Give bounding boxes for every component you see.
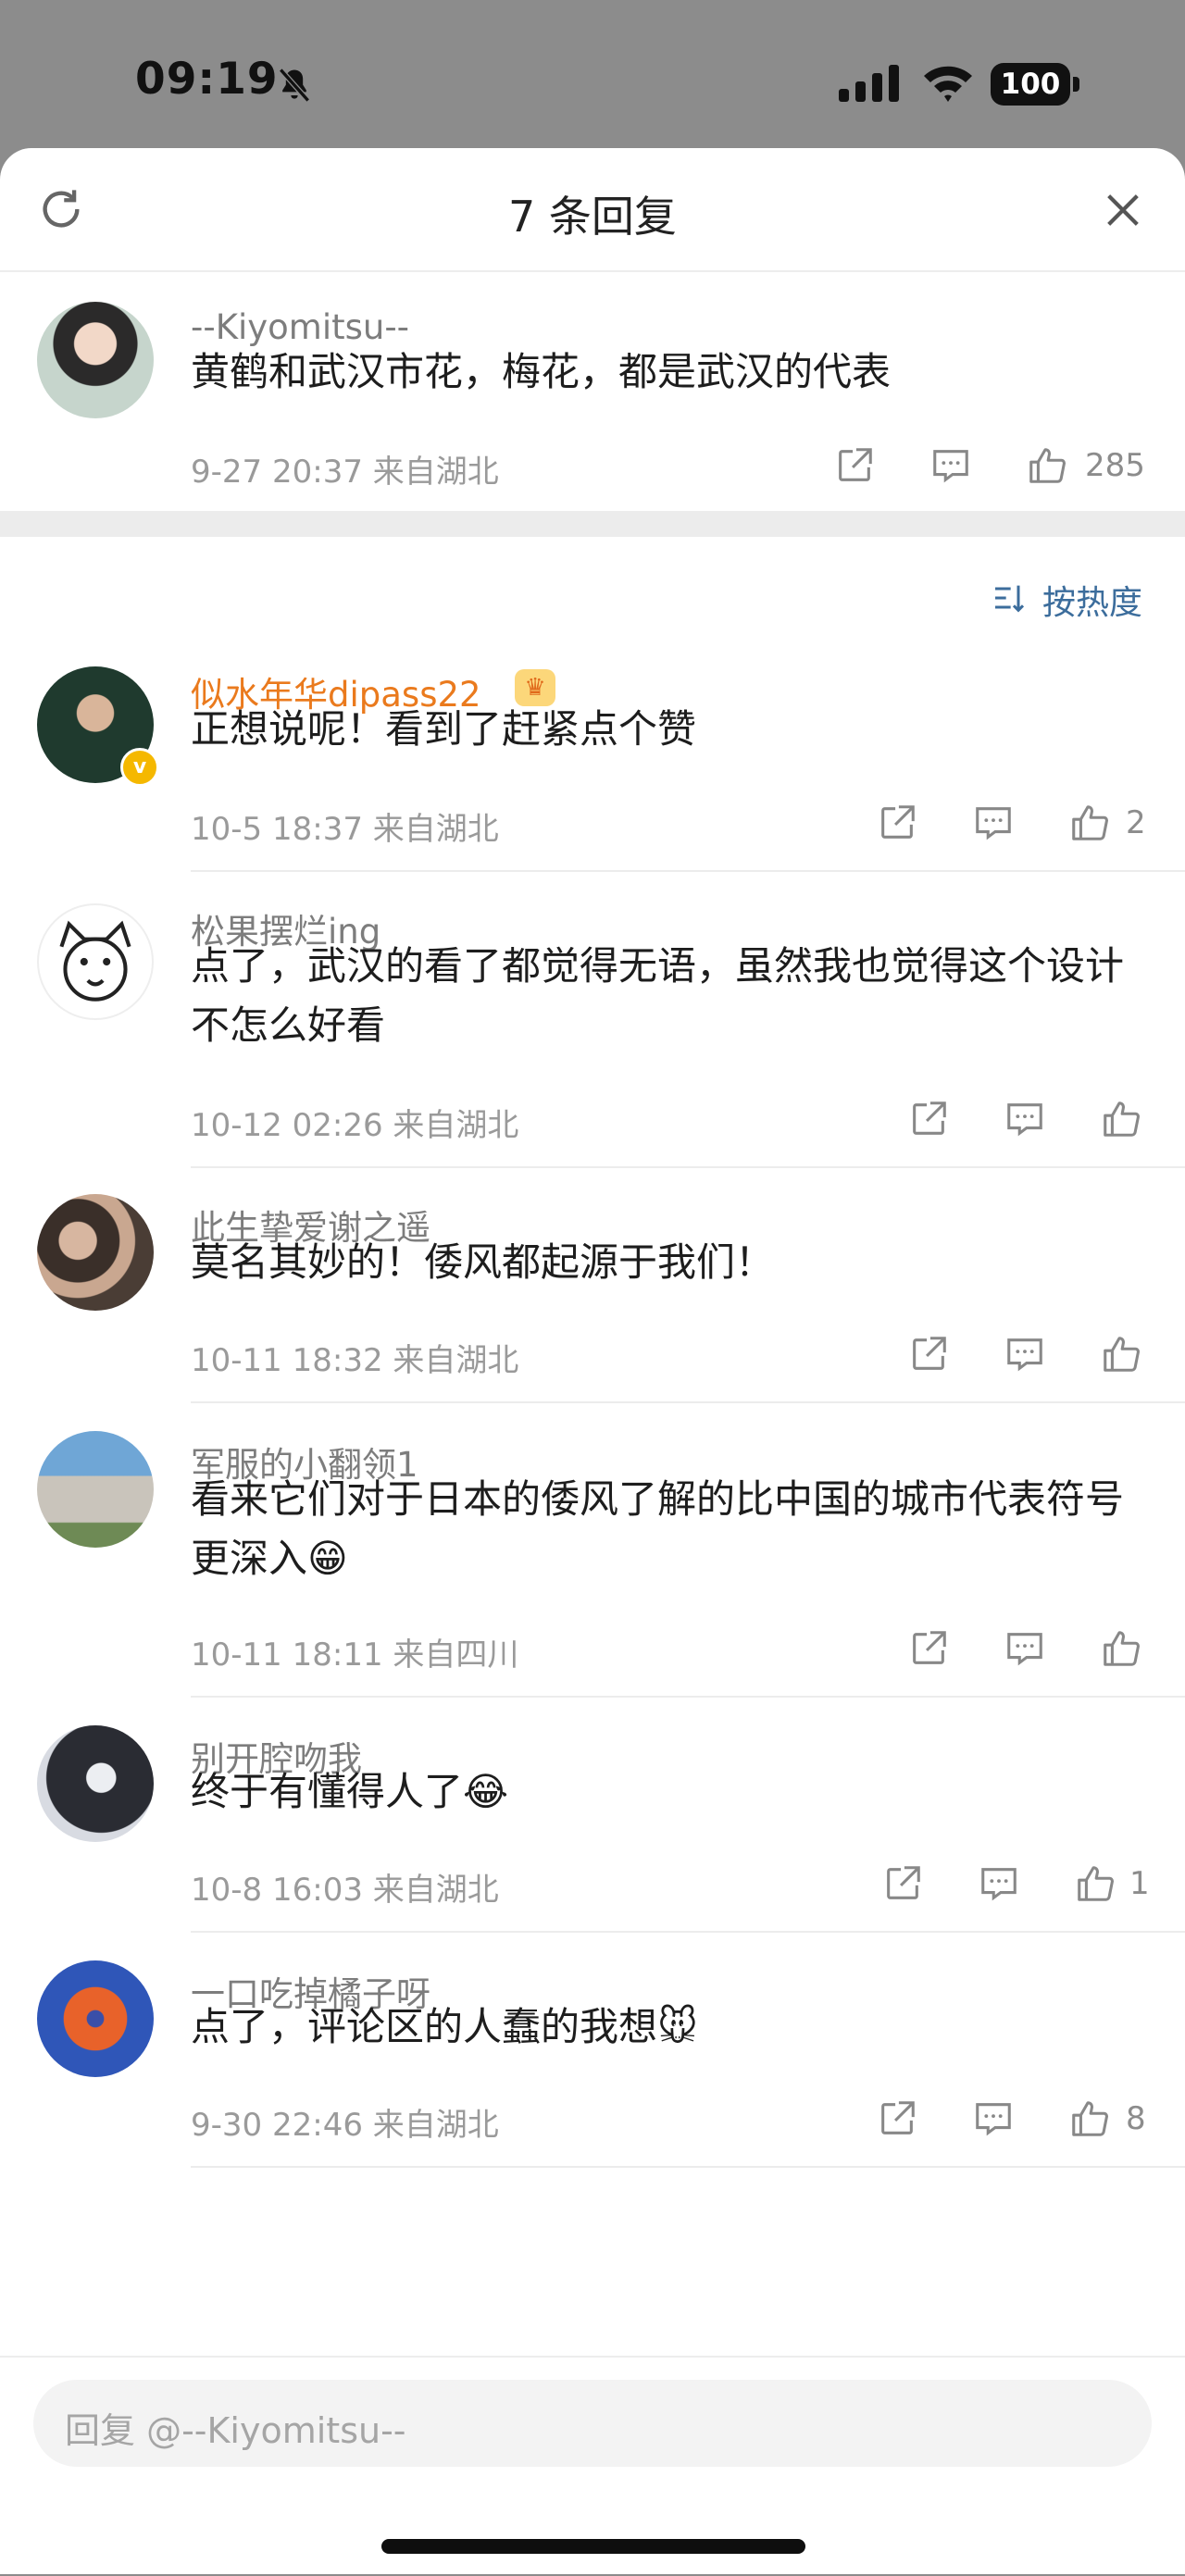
reply-bar: 回复 @--Kiyomitsu-- — [0, 2356, 1185, 2576]
sort-label: 按热度 — [1042, 584, 1142, 622]
reply-text: 正想说呢！看到了赶紧点个赞 — [191, 706, 697, 752]
battery-icon: 100 — [991, 63, 1079, 106]
divider — [191, 1166, 1185, 1168]
share-icon[interactable] — [907, 1098, 950, 1140]
sort-icon — [994, 585, 1025, 613]
wifi-icon — [924, 66, 972, 102]
like-count: 8 — [1126, 2100, 1146, 2137]
reply-avatar[interactable] — [37, 1960, 154, 2077]
reply-meta: 10-11 18:32 来自湖北 — [191, 1342, 519, 1379]
sheet-title: 7 条回复 — [508, 192, 677, 242]
reply-text: 点了，武汉的看了都觉得无语，虽然我也觉得这个设计不怎么好看 — [191, 943, 1125, 1048]
comment-meta: 9-27 20:37 来自湖北 — [191, 454, 499, 491]
reply-meta: 10-12 02:26 来自湖北 — [191, 1107, 519, 1144]
thumbs-up-icon[interactable] — [1100, 1627, 1142, 1670]
share-icon[interactable] — [833, 444, 876, 487]
home-indicator[interactable] — [381, 2539, 805, 2554]
reply-meta: 10-8 16:03 来自湖北 — [191, 1872, 499, 1909]
share-icon[interactable] — [876, 2097, 918, 2140]
like-count: 285 — [1085, 447, 1145, 484]
verified-badge-icon: v — [120, 748, 159, 787]
reply-actions: 2 — [876, 802, 1148, 848]
reply-actions — [907, 1098, 1148, 1144]
reply-text: 莫名其妙的！倭风都起源于我们！ — [191, 1239, 775, 1285]
divider — [191, 2166, 1185, 2168]
sort-by-hot-button[interactable]: 按热度 — [994, 576, 1142, 624]
thumbs-up-icon[interactable] — [1068, 802, 1111, 844]
reply-bubble-icon[interactable] — [929, 444, 972, 487]
share-icon[interactable] — [907, 1627, 950, 1670]
thumbs-up-icon[interactable] — [1068, 2097, 1111, 2140]
reply-avatar[interactable] — [37, 1194, 154, 1311]
reply-actions: 8 — [876, 2097, 1148, 2144]
reply-actions: 1 — [881, 1862, 1150, 1909]
thumbs-up-icon[interactable] — [1100, 1333, 1142, 1375]
reply-bubble-icon[interactable] — [972, 2097, 1015, 2140]
reply-actions — [907, 1333, 1148, 1379]
share-icon[interactable] — [876, 802, 918, 844]
reply-bubble-icon[interactable] — [972, 802, 1015, 844]
reply-avatar[interactable] — [37, 1431, 154, 1548]
section-separator — [0, 511, 1185, 537]
divider — [191, 1696, 1185, 1698]
reply-meta: 9-30 22:46 来自湖北 — [191, 2107, 499, 2144]
reply-meta: 10-5 18:37 来自湖北 — [191, 811, 499, 848]
mute-bell-icon — [279, 68, 310, 103]
reply-placeholder: 回复 @--Kiyomitsu-- — [65, 2410, 406, 2451]
thumbs-up-icon[interactable] — [1100, 1098, 1142, 1140]
reply-text: 终于有懂得人了😂 — [191, 1769, 509, 1814]
like-count: 1 — [1129, 1865, 1150, 1902]
divider — [191, 1401, 1185, 1403]
thumbs-up-icon[interactable] — [1026, 444, 1068, 487]
reply-bubble-icon[interactable] — [978, 1862, 1020, 1905]
reply-text: 看来它们对于日本的倭风了解的比中国的城市代表符号更深入😁 — [191, 1476, 1125, 1581]
reply-avatar[interactable] — [37, 903, 154, 1020]
divider — [191, 1931, 1185, 1933]
battery-level: 100 — [991, 63, 1070, 106]
like-count: 2 — [1126, 804, 1146, 841]
reply-bubble-icon[interactable] — [1004, 1333, 1046, 1375]
reply-meta: 10-11 18:11 来自四川 — [191, 1636, 519, 1674]
share-icon[interactable] — [881, 1862, 924, 1905]
reply-input[interactable]: 回复 @--Kiyomitsu-- — [33, 2380, 1152, 2467]
root-avatar[interactable] — [37, 302, 154, 418]
status-bar: 09:19 100 — [0, 0, 1185, 148]
comment-actions: 285 — [833, 444, 1148, 491]
cellular-signal-icon — [839, 65, 899, 102]
reply-bubble-icon[interactable] — [1004, 1098, 1046, 1140]
thumbs-up-icon[interactable] — [1074, 1862, 1116, 1905]
comment-username[interactable]: --Kiyomitsu-- — [191, 307, 409, 347]
reply-text: 点了，评论区的人蠢的我想🐭 — [191, 2004, 698, 2049]
replies-sheet: 7 条回复 --Kiyomitsu-- 黄鹤和武汉市花，梅花，都是武汉的代表 9… — [0, 148, 1185, 2574]
comment-text: 黄鹤和武汉市花，梅花，都是武汉的代表 — [191, 349, 892, 394]
close-icon[interactable] — [1102, 189, 1144, 231]
share-icon[interactable] — [907, 1333, 950, 1375]
cat-face-icon — [59, 920, 131, 1002]
divider — [191, 870, 1185, 872]
reply-bubble-icon[interactable] — [1004, 1627, 1046, 1670]
sheet-header: 7 条回复 — [0, 148, 1185, 272]
reply-avatar[interactable] — [37, 1725, 154, 1842]
reply-actions — [907, 1627, 1148, 1674]
status-time: 09:19 — [135, 54, 279, 105]
